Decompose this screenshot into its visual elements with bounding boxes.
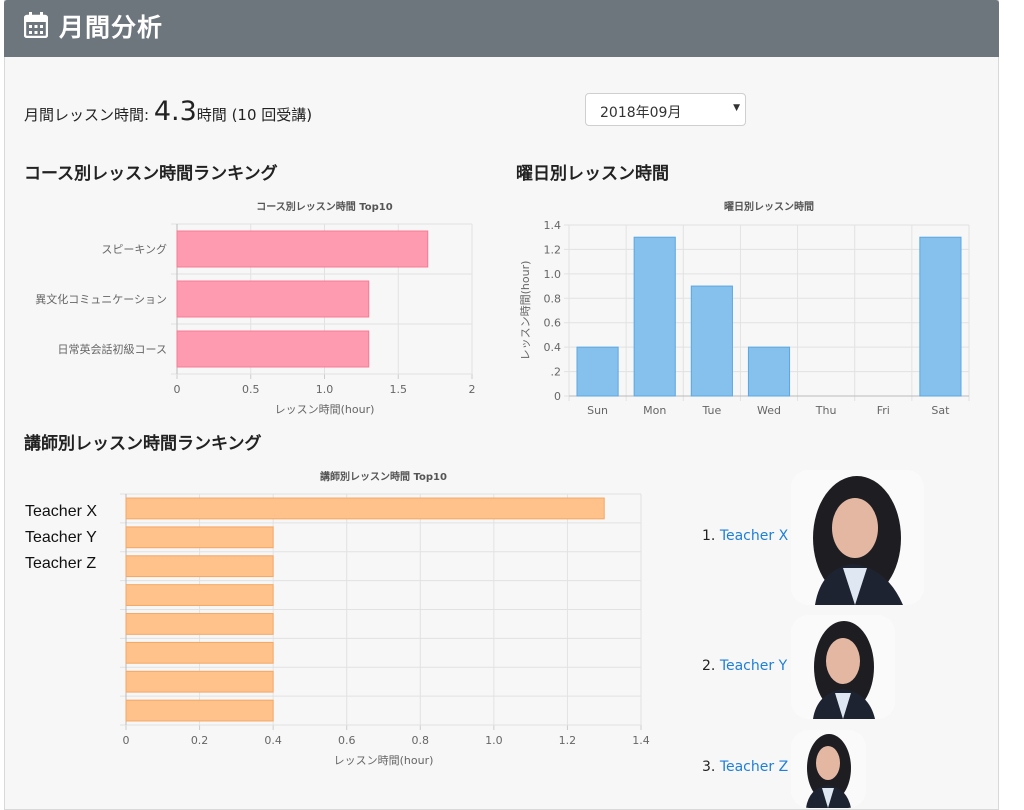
x-tick-label: 0.6 — [338, 734, 356, 747]
x-tick-label: Wed — [757, 404, 781, 417]
ranking-item-3: 3. Teacher Z — [702, 759, 789, 775]
x-tick-label: 1.4 — [632, 734, 650, 747]
bar — [125, 555, 274, 578]
x-tick-label: 0 — [123, 734, 130, 747]
x-tick-label: 0.4 — [264, 734, 282, 747]
bar — [919, 236, 962, 397]
teacher-label-z: Teacher Z — [25, 555, 97, 572]
avatar-photo-z — [791, 730, 866, 808]
teacher-avatar-z[interactable] — [791, 730, 866, 808]
x-tick-label: Sat — [931, 404, 950, 417]
teacher-label-y: Teacher Y — [25, 529, 97, 546]
bar — [125, 699, 274, 722]
x-tick-label: Thu — [815, 404, 837, 417]
teacher-avatar-x[interactable] — [791, 470, 924, 605]
x-tick-label: Fri — [877, 404, 890, 417]
chart-title: 講師別レッスン時間 Top10 — [320, 470, 447, 483]
bar — [125, 670, 274, 693]
bar — [125, 584, 274, 606]
bar — [747, 346, 791, 397]
teacher-link-x[interactable]: Teacher X — [720, 528, 788, 544]
x-tick-label: Tue — [701, 404, 721, 417]
x-tick-label: 1.2 — [559, 734, 577, 747]
bar — [125, 641, 274, 664]
ranking-item-1: 1. Teacher X — [702, 528, 789, 544]
bar — [125, 613, 274, 635]
bar — [125, 526, 274, 549]
bar — [125, 497, 605, 520]
chart-title: 曜日別レッスン時間 — [724, 200, 814, 213]
x-axis-title: レッスン時間(hour) — [334, 754, 434, 767]
x-tick-label: 0.2 — [191, 734, 209, 747]
teacher-label-x: Teacher X — [25, 503, 98, 520]
teacher-link-z[interactable]: Teacher Z — [720, 759, 788, 775]
x-tick-label: 1.0 — [485, 734, 503, 747]
avatar-photo-x — [791, 470, 924, 605]
teacher-link-y[interactable]: Teacher Y — [720, 658, 787, 674]
ranking-item-2: 2. Teacher Y — [702, 658, 788, 674]
teacher-avatar-y[interactable] — [791, 615, 895, 719]
avatar-photo-y — [791, 615, 895, 719]
x-tick-label: 0.8 — [412, 734, 430, 747]
teacher-chart: 講師別レッスン時間 Top10 0 0.2 0.4 0.6 0.8 1.0 1.2 1.4 レッス… — [120, 470, 650, 767]
bar — [690, 285, 733, 397]
